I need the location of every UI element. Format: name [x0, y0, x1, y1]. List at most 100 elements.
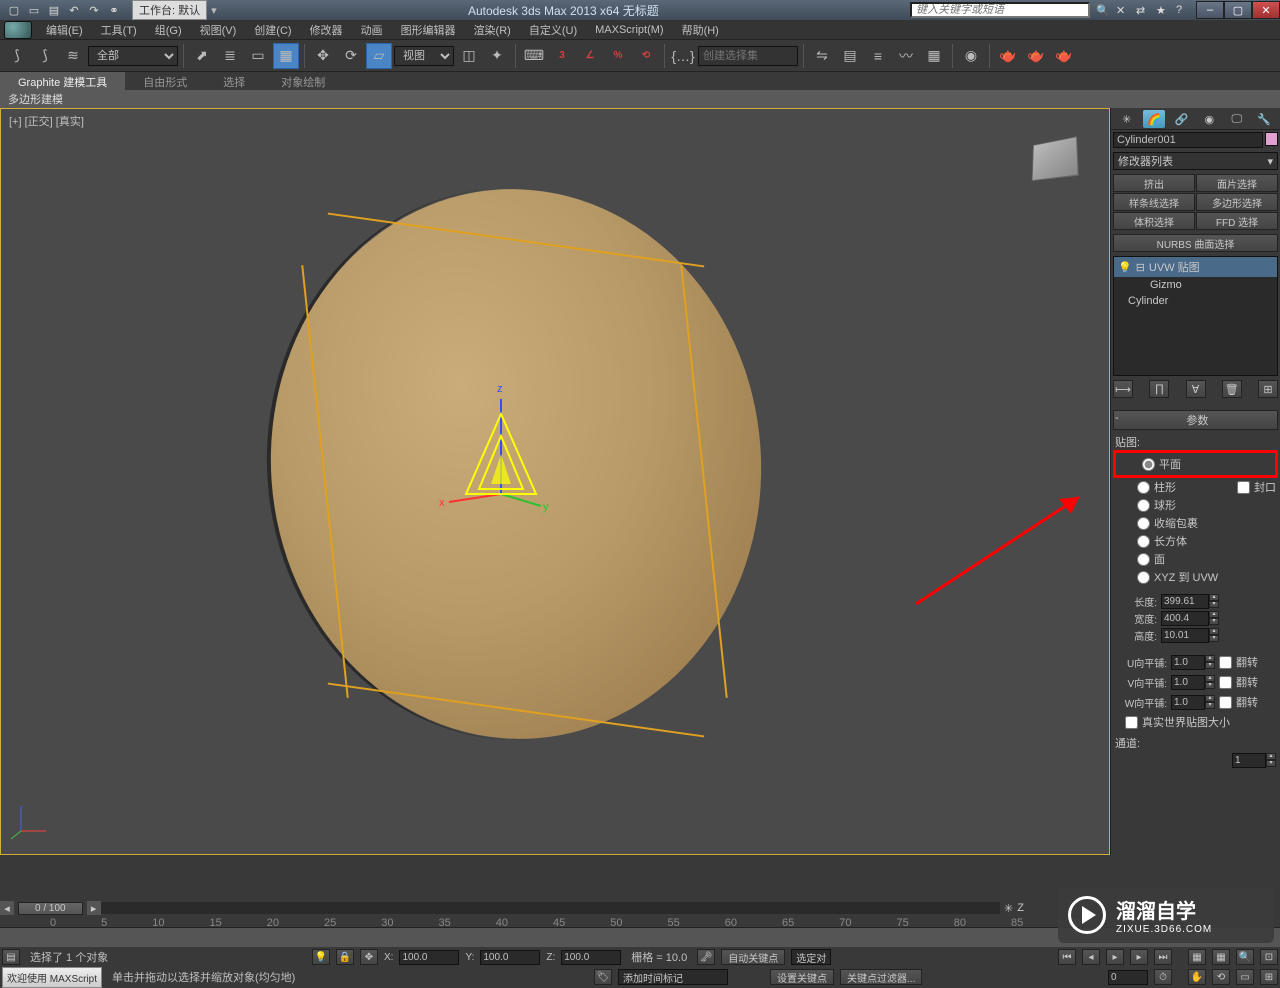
channel-input[interactable] — [1232, 753, 1266, 768]
add-time-tag-dropdown[interactable]: 添加时间标记 — [618, 969, 728, 985]
save-icon[interactable]: ▤ — [46, 2, 62, 18]
time-config-icon[interactable]: ⏱ — [1154, 969, 1172, 985]
mod-extrude-button[interactable]: 挤出 — [1113, 174, 1195, 192]
menu-animation[interactable]: 动画 — [353, 20, 391, 40]
material-editor-icon[interactable]: ◉ — [958, 43, 984, 69]
search-input[interactable] — [910, 2, 1090, 18]
redo-icon[interactable]: ↷ — [86, 2, 102, 18]
prev-frame-button[interactable]: ◂ — [0, 901, 14, 915]
display-tab-icon[interactable]: 🖵 — [1226, 110, 1248, 128]
workspace-dropdown[interactable]: 工作台: 默认 — [132, 0, 207, 20]
time-tag-icon[interactable]: 🏷 — [594, 969, 612, 985]
maximize-button[interactable]: ▢ — [1224, 1, 1252, 19]
prev-key-icon[interactable]: ◂ — [1082, 949, 1100, 965]
menu-customize[interactable]: 自定义(U) — [521, 20, 585, 40]
ribbon-tab-freeform[interactable]: 自由形式 — [125, 72, 205, 90]
coord-z-input[interactable] — [561, 950, 621, 965]
menu-views[interactable]: 视图(V) — [192, 20, 245, 40]
menu-group[interactable]: 组(G) — [147, 20, 190, 40]
bind-spacewarp-icon[interactable]: ≋ — [60, 43, 86, 69]
next-frame-button[interactable]: ▸ — [87, 901, 101, 915]
fov-icon[interactable]: ▭ — [1236, 969, 1254, 985]
align-icon[interactable]: ▤ — [837, 43, 863, 69]
remove-mod-icon[interactable]: 🗑 — [1222, 380, 1242, 398]
app-menu-button[interactable] — [4, 21, 32, 39]
width-input[interactable] — [1161, 611, 1209, 626]
key-selected-dropdown[interactable]: 选定对 — [791, 949, 831, 965]
pan-icon[interactable]: ✋ — [1188, 969, 1206, 985]
coord-y-input[interactable] — [480, 950, 540, 965]
realworld-checkbox[interactable]: 真实世界贴图大小 — [1115, 713, 1276, 731]
open-icon[interactable]: ▭ — [26, 2, 42, 18]
rollout-parameters-header[interactable]: -参数 — [1113, 410, 1278, 430]
select-manip-icon[interactable]: ✦ — [484, 43, 510, 69]
time-slider-handle[interactable]: 0 / 100 — [18, 902, 83, 915]
search-icon[interactable]: 🔍 — [1096, 4, 1110, 17]
fav-icon[interactable]: ★ — [1156, 4, 1170, 17]
keyboard-shortcut-icon[interactable]: ⌨ — [521, 43, 547, 69]
undo-icon[interactable]: ↶ — [66, 2, 82, 18]
vflip-checkbox[interactable]: 翻转 — [1219, 673, 1261, 691]
viewport[interactable]: [+] [正交] [真实] z x y — [0, 108, 1110, 855]
lightbulb-icon[interactable]: 💡 — [1118, 261, 1132, 274]
next-key-icon[interactable]: ▸ — [1130, 949, 1148, 965]
object-name-input[interactable] — [1113, 132, 1263, 148]
snap-3d-icon[interactable]: 3 — [549, 43, 575, 69]
selection-filter-dropdown[interactable]: 全部 — [88, 46, 178, 66]
named-selection-input[interactable] — [698, 46, 798, 66]
wtile-input[interactable] — [1171, 695, 1205, 710]
stack-item-uvw[interactable]: 💡 ⊟ UVW 贴图 — [1114, 257, 1277, 277]
iso-user-icon[interactable]: ▦ — [1188, 949, 1206, 965]
spinner-snap-icon[interactable]: ⟲ — [633, 43, 659, 69]
map-shrink-radio[interactable]: 收缩包裹 — [1115, 514, 1276, 532]
goto-end-icon[interactable]: ⏭ — [1154, 949, 1172, 965]
abs-rel-icon[interactable]: ✥ — [360, 949, 378, 965]
layer-icon[interactable]: ≡ — [865, 43, 891, 69]
mod-ffdsel-button[interactable]: FFD 选择 — [1196, 212, 1278, 230]
create-tab-icon[interactable]: ✳ — [1116, 110, 1138, 128]
mod-polysel-button[interactable]: 多边形选择 — [1196, 193, 1278, 211]
minimize-button[interactable]: – — [1196, 1, 1224, 19]
stack-item-cylinder[interactable]: Cylinder — [1114, 293, 1277, 309]
height-input[interactable] — [1161, 628, 1209, 643]
zoom-all-icon[interactable]: ⊡ — [1260, 949, 1278, 965]
menu-help[interactable]: 帮助(H) — [674, 20, 727, 40]
wflip-checkbox[interactable]: 翻转 — [1219, 693, 1261, 711]
zoom-icon[interactable]: 🔍 — [1236, 949, 1254, 965]
menu-edit[interactable]: 编辑(E) — [38, 20, 91, 40]
help-icon[interactable]: ? — [1176, 4, 1190, 17]
persp-user-icon[interactable]: ▦ — [1212, 949, 1230, 965]
viewport-label[interactable]: [+] [正交] [真实] — [9, 113, 84, 129]
mod-facesel-button[interactable]: 面片选择 — [1196, 174, 1278, 192]
uflip-checkbox[interactable]: 翻转 — [1219, 653, 1261, 671]
maxscript-mini-icon[interactable]: ▤ — [2, 949, 20, 965]
expand-icon[interactable]: ⊟ — [1136, 261, 1145, 274]
curve-editor-icon[interactable]: 〰 — [893, 43, 919, 69]
object-color-swatch[interactable] — [1265, 132, 1278, 146]
max-toggle-icon[interactable]: ⊞ — [1260, 969, 1278, 985]
mod-splinesel-button[interactable]: 样条线选择 — [1113, 193, 1195, 211]
move-icon[interactable]: ✥ — [310, 43, 336, 69]
make-unique-icon[interactable]: ∀ — [1186, 380, 1206, 398]
refcoord-dropdown[interactable]: 视图 — [394, 46, 454, 66]
current-frame-input[interactable] — [1108, 970, 1148, 985]
motion-tab-icon[interactable]: ◉ — [1198, 110, 1220, 128]
play-icon[interactable]: ▸ — [1106, 949, 1124, 965]
menu-modifiers[interactable]: 修改器 — [302, 20, 351, 40]
menu-grapheditors[interactable]: 图形编辑器 — [393, 20, 464, 40]
rect-region-icon[interactable]: ▭ — [245, 43, 271, 69]
spin-down-icon[interactable]: ▾ — [1209, 601, 1219, 608]
cap-checkbox[interactable]: 封口 — [1237, 478, 1276, 496]
goto-start-icon[interactable]: ⏮ — [1058, 949, 1076, 965]
percent-snap-icon[interactable]: % — [605, 43, 631, 69]
coord-x-input[interactable] — [399, 950, 459, 965]
autokey-button[interactable]: 自动关键点 — [721, 949, 785, 965]
mirror-icon[interactable]: ⇋ — [809, 43, 835, 69]
menu-maxscript[interactable]: MAXScript(M) — [587, 22, 671, 38]
spin-up-icon[interactable]: ▴ — [1209, 594, 1219, 601]
welcome-badge[interactable]: 欢迎使用 MAXScript — [2, 967, 102, 988]
stack-item-gizmo[interactable]: Gizmo — [1114, 277, 1277, 293]
select-object-icon[interactable]: ⬈ — [189, 43, 215, 69]
map-planar-radio[interactable]: 平面 — [1120, 455, 1271, 473]
select-link-icon[interactable]: ⟆ — [4, 43, 30, 69]
